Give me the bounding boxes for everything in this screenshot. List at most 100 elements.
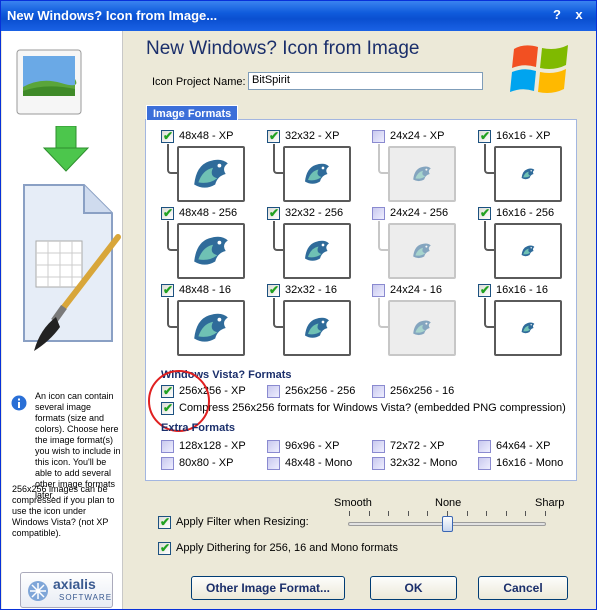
extra-format-label: 64x64 - XP	[496, 440, 551, 452]
project-name-label: Icon Project Name:	[152, 76, 246, 88]
lizard-icon	[194, 159, 228, 188]
slider-tick	[466, 511, 468, 516]
slider-tick	[349, 511, 350, 516]
page-title: New Windows? Icon from Image	[146, 38, 420, 59]
format-checkbox[interactable]: ✔	[478, 129, 491, 143]
format-checkbox[interactable]: ✔	[161, 129, 174, 143]
cancel-button[interactable]: Cancel	[478, 576, 568, 600]
format-checkbox[interactable]	[372, 284, 385, 297]
format-label: 16x16 - 256	[496, 207, 555, 219]
format-checkbox[interactable]: ✔	[161, 283, 174, 297]
checkmark-icon: ✔	[480, 206, 491, 220]
icon-document-icon	[23, 184, 121, 351]
format-preview[interactable]	[177, 223, 245, 279]
format-preview[interactable]	[177, 146, 245, 202]
format-connector	[484, 221, 494, 251]
extra-format-checkbox[interactable]	[267, 457, 280, 470]
extra-format-label: 32x32 - Mono	[390, 457, 458, 469]
slider-label-sharp: Sharp	[535, 497, 565, 509]
slider-label-smooth: Smooth	[334, 497, 372, 509]
format-checkbox[interactable]: ✔	[267, 206, 280, 220]
format-preview[interactable]	[388, 146, 456, 202]
extra-format-checkbox[interactable]	[161, 457, 174, 470]
extra-format-label: 48x48 - Mono	[285, 457, 353, 469]
lizard-icon	[305, 163, 329, 184]
format-label: 16x16 - XP	[496, 130, 551, 142]
extra-format-checkbox[interactable]	[372, 440, 385, 453]
format-checkbox[interactable]	[372, 207, 385, 220]
checkmark-icon: ✔	[269, 283, 280, 297]
extra-format-checkbox[interactable]	[478, 457, 491, 470]
slider-tick	[486, 511, 488, 516]
vista-format-label: 256x256 - 256	[285, 385, 356, 397]
format-connector	[378, 298, 388, 328]
format-preview[interactable]	[388, 223, 456, 279]
filter-slider-thumb[interactable]	[442, 516, 453, 532]
extra-format-checkbox[interactable]	[267, 440, 280, 453]
lizard-icon	[305, 240, 329, 261]
info-icon	[11, 395, 27, 411]
lizard-icon	[521, 322, 535, 334]
format-checkbox[interactable]: ✔	[267, 283, 280, 297]
vista-format-checkbox[interactable]	[267, 385, 280, 398]
format-checkbox[interactable]: ✔	[267, 129, 280, 143]
checkmark-icon: ✔	[480, 283, 491, 297]
format-preview[interactable]	[283, 146, 351, 202]
format-preview[interactable]	[494, 146, 562, 202]
close-button[interactable]: x	[571, 7, 587, 23]
lizard-icon	[194, 313, 228, 342]
axialis-logo-sub: SOFTWARE	[59, 593, 113, 602]
format-label: 24x24 - 256	[390, 207, 449, 219]
format-connector	[273, 221, 283, 251]
format-connector	[378, 144, 388, 174]
window-title: New Windows? Icon from Image...	[7, 8, 218, 23]
format-label: 16x16 - 16	[496, 284, 548, 296]
slider-tick	[505, 511, 507, 516]
extra-format-checkbox[interactable]	[161, 440, 174, 453]
lizard-icon	[521, 168, 535, 180]
format-label: 32x32 - 256	[285, 207, 344, 219]
title-bar[interactable]: New Windows? Icon from Image... ? x	[1, 1, 596, 31]
format-connector	[167, 144, 177, 174]
apply-dithering-label: Apply Dithering for 256, 16 and Mono for…	[176, 542, 398, 554]
checkmark-icon: ✔	[269, 206, 280, 220]
format-checkbox[interactable]	[372, 130, 385, 143]
project-name-input[interactable]: BitSpirit	[248, 72, 483, 90]
extra-formats-title: Extra Formats	[161, 422, 235, 434]
checkmark-icon: ✔	[163, 129, 174, 143]
slider-tick	[388, 511, 390, 516]
windows-logo-icon	[510, 45, 568, 93]
format-preview[interactable]	[177, 300, 245, 356]
format-checkbox[interactable]: ✔	[478, 206, 491, 220]
lizard-icon	[521, 245, 535, 257]
ok-button[interactable]: OK	[370, 576, 457, 600]
checkmark-icon: ✔	[480, 129, 491, 143]
format-preview[interactable]	[388, 300, 456, 356]
vista-format-checkbox[interactable]	[372, 385, 385, 398]
axialis-logo: axialis SOFTWARE	[20, 572, 113, 608]
format-connector	[273, 144, 283, 174]
format-preview[interactable]	[494, 300, 562, 356]
extra-format-label: 128x128 - XP	[179, 440, 246, 452]
format-checkbox[interactable]: ✔	[478, 283, 491, 297]
format-label: 48x48 - 256	[179, 207, 238, 219]
format-connector	[273, 298, 283, 328]
slider-tick	[368, 511, 370, 516]
format-checkbox[interactable]: ✔	[161, 206, 174, 220]
format-connector	[167, 298, 177, 328]
apply-filter-checkbox[interactable]: ✔	[158, 515, 171, 529]
format-label: 32x32 - 16	[285, 284, 337, 296]
apply-dithering-checkbox[interactable]: ✔	[158, 541, 171, 555]
extra-format-checkbox[interactable]	[478, 440, 491, 453]
format-label: 24x24 - XP	[390, 130, 445, 142]
other-image-format-button[interactable]: Other Image Format...	[191, 576, 345, 600]
format-preview[interactable]	[283, 223, 351, 279]
extra-format-checkbox[interactable]	[372, 457, 385, 470]
help-button[interactable]: ?	[549, 7, 565, 23]
lizard-icon	[194, 236, 228, 265]
format-preview[interactable]	[283, 300, 351, 356]
compress-label: Compress 256x256 formats for Windows Vis…	[179, 402, 566, 414]
apply-filter-label: Apply Filter when Resizing:	[176, 516, 309, 528]
format-preview[interactable]	[494, 223, 562, 279]
extra-format-label: 72x72 - XP	[390, 440, 445, 452]
